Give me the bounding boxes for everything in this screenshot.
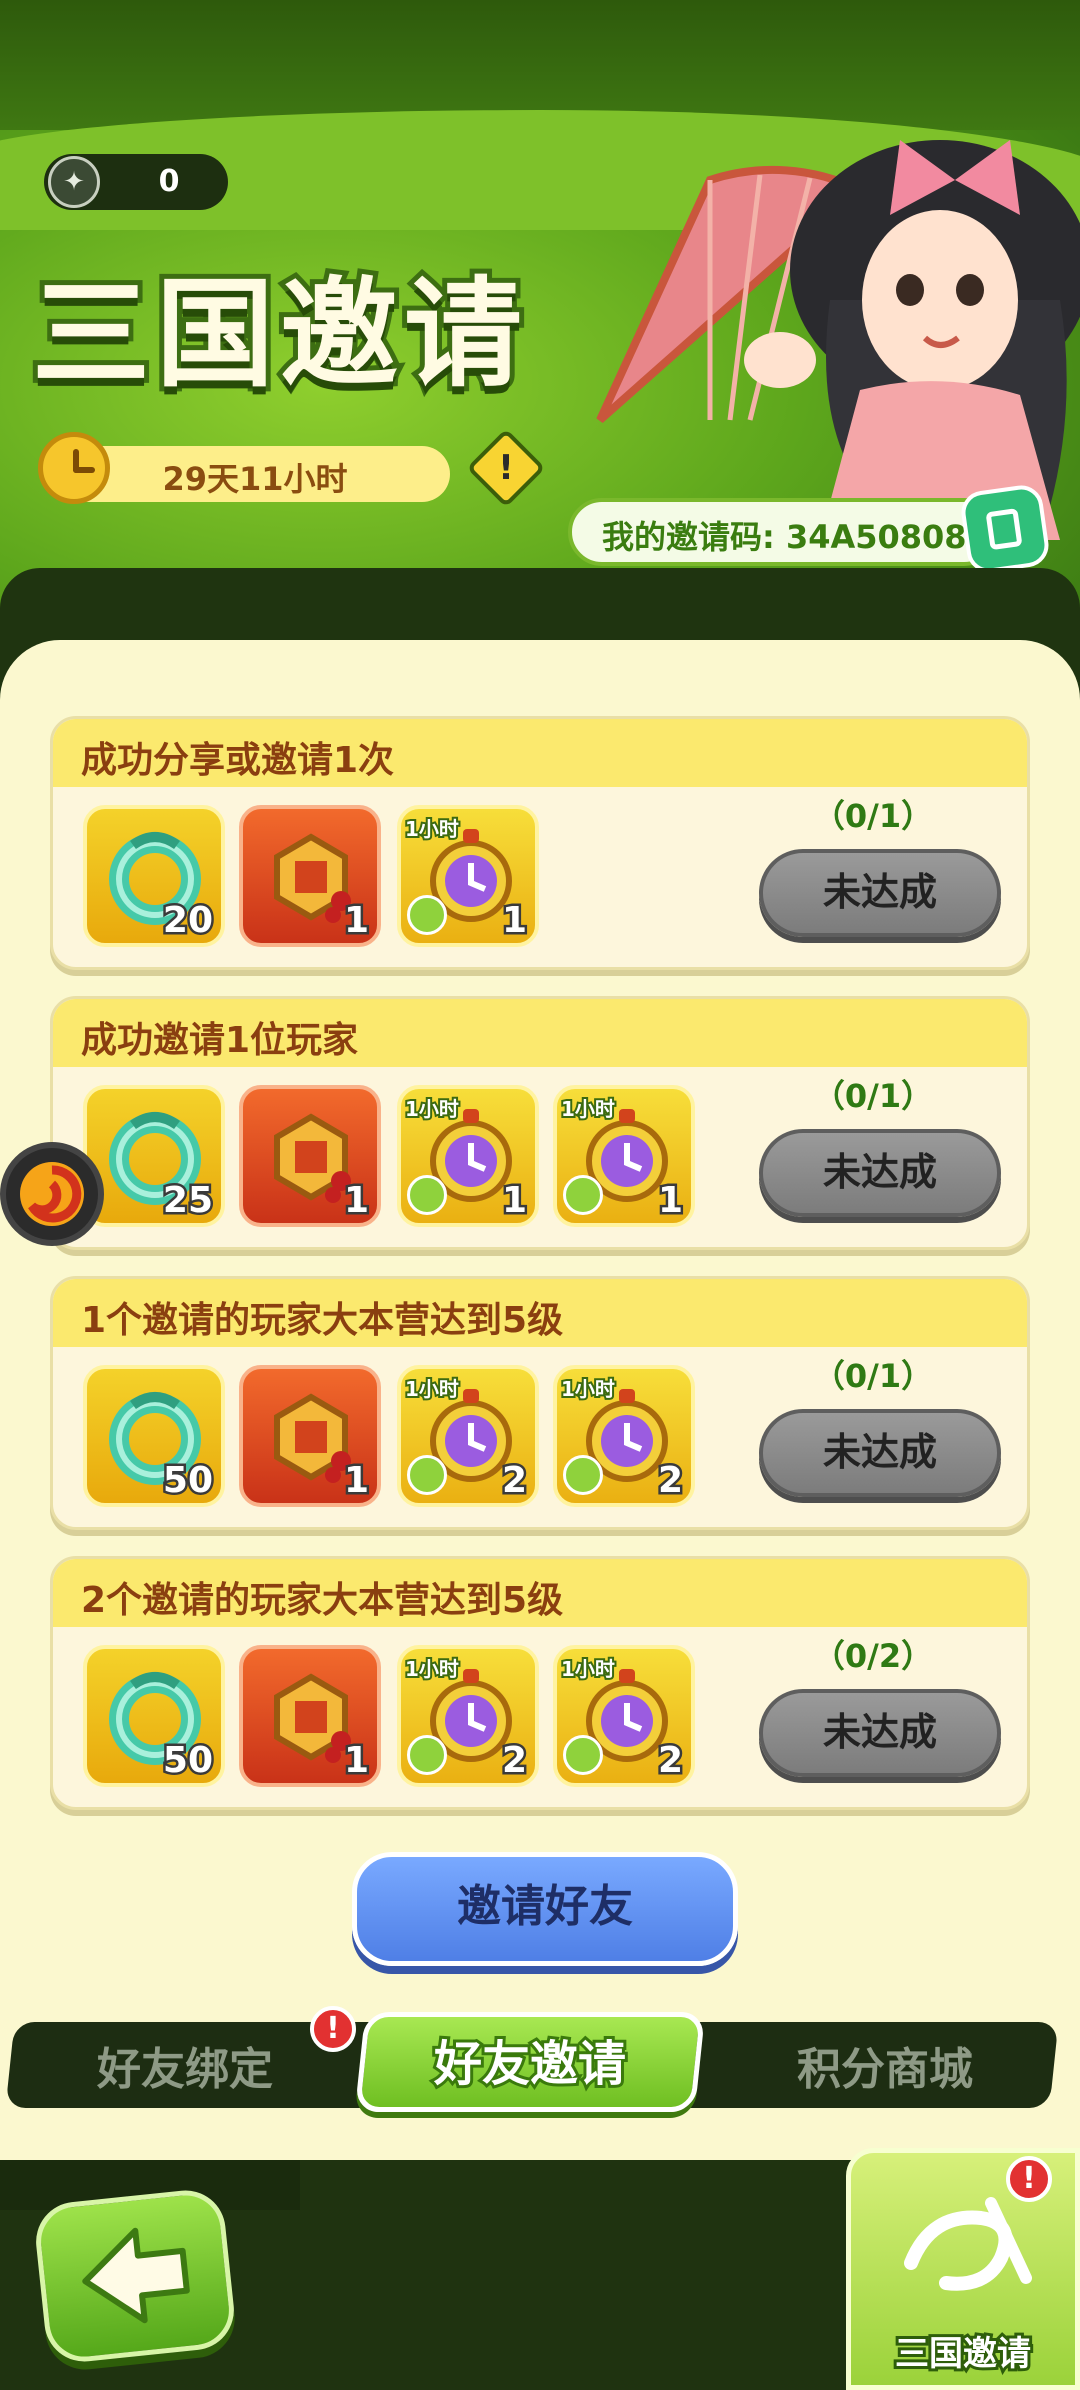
reward-quantity: 25 <box>160 1178 215 1224</box>
task-title: 成功邀请1位玩家 <box>81 1020 359 1061</box>
task-card: 1个邀请的玩家大本营达到5级 50 1 1小时 2 1小时 2 （0/1） 未达成 <box>50 1276 1030 1530</box>
task-title: 1个邀请的玩家大本营达到5级 <box>81 1300 564 1341</box>
coin-count: 0 <box>158 164 180 199</box>
invite-code-label: 我的邀请码: 34A50808 <box>602 518 967 556</box>
task-card-header: 成功分享或邀请1次 <box>53 719 1027 787</box>
reward-item-badge[interactable]: 1 <box>239 805 381 947</box>
tab-friend-bind[interactable]: 好友绑定 <box>20 2030 350 2110</box>
reward-item-clock[interactable]: 1小时 2 <box>397 1365 539 1507</box>
task-status-label: 未达成 <box>822 1710 937 1754</box>
task-card: 成功邀请1位玩家 25 1 1小时 1 1小时 1 （0/1） 未达成 <box>50 996 1030 1250</box>
reward-item-jade[interactable]: 20 <box>83 805 225 947</box>
reward-item-badge[interactable]: 1 <box>239 1085 381 1227</box>
task-status-label: 未达成 <box>822 1150 937 1194</box>
page-title: 三国邀请 <box>27 260 529 408</box>
reward-item-clock[interactable]: 1小时 1 <box>397 805 539 947</box>
task-card-header: 1个邀请的玩家大本营达到5级 <box>53 1279 1027 1347</box>
reward-duration-tag: 1小时 <box>403 815 461 843</box>
floating-assistant-button[interactable] <box>0 1142 104 1246</box>
side-tab-alert-badge: ! <box>1006 2156 1052 2202</box>
copy-code-icon[interactable] <box>958 482 1052 576</box>
tab-points-shop[interactable]: 积分商城 <box>720 2030 1050 2110</box>
task-card-header: 2个邀请的玩家大本营达到5级 <box>53 1559 1027 1627</box>
task-title: 2个邀请的玩家大本营达到5级 <box>81 1580 564 1621</box>
task-progress: （0/1） <box>812 1077 934 1115</box>
task-status-button[interactable]: 未达成 <box>759 1689 1001 1777</box>
reward-quantity: 1 <box>499 1178 529 1224</box>
tab-alert-badge: ! <box>310 2006 356 2052</box>
back-arrow-icon <box>82 2227 190 2324</box>
task-progress: （0/1） <box>812 1357 934 1395</box>
reward-item-clock[interactable]: 1小时 2 <box>397 1645 539 1787</box>
reward-quantity: 1 <box>341 1738 371 1784</box>
task-progress: （0/1） <box>812 797 934 835</box>
reward-duration-tag: 1小时 <box>559 1095 617 1123</box>
reward-quantity: 20 <box>160 898 215 944</box>
reward-item-clock[interactable]: 1小时 2 <box>553 1645 695 1787</box>
reward-item-jade[interactable]: 50 <box>83 1365 225 1507</box>
invite-coin-counter: ✦ 0 <box>44 154 228 210</box>
speedup-type-icon <box>563 1175 603 1215</box>
reward-quantity: 2 <box>499 1738 529 1784</box>
reward-item-badge[interactable]: 1 <box>239 1365 381 1507</box>
invite-friends-button[interactable]: 邀请好友 <box>352 1852 738 1966</box>
reward-quantity: 50 <box>160 1458 215 1504</box>
handshake-icon: ✦ <box>48 156 100 208</box>
task-card: 成功分享或邀请1次 20 1 1小时 1 （0/1） 未达成 <box>50 716 1030 970</box>
swirl-logo-icon <box>20 1162 84 1226</box>
task-status-button[interactable]: 未达成 <box>759 1129 1001 1217</box>
task-card: 2个邀请的玩家大本营达到5级 50 1 1小时 2 1小时 2 （0/2） 未达成 <box>50 1556 1030 1810</box>
reward-quantity: 1 <box>341 1178 371 1224</box>
speedup-type-icon <box>407 1175 447 1215</box>
reward-item-badge[interactable]: 1 <box>239 1645 381 1787</box>
task-title: 成功分享或邀请1次 <box>81 740 395 781</box>
reward-duration-tag: 1小时 <box>403 1375 461 1403</box>
reward-item-clock[interactable]: 1小时 1 <box>397 1085 539 1227</box>
side-tab-label: 三国邀请 <box>892 2331 1034 2377</box>
task-status-label: 未达成 <box>822 870 937 914</box>
speedup-type-icon <box>563 1455 603 1495</box>
event-timer: 29天11小时 <box>60 446 450 502</box>
reward-item-clock[interactable]: 1小时 2 <box>553 1365 695 1507</box>
tab-friend-invite-label: 好友邀请 <box>431 2033 629 2095</box>
reward-item-jade[interactable]: 25 <box>83 1085 225 1227</box>
reward-quantity: 50 <box>160 1738 215 1784</box>
speedup-type-icon <box>407 1735 447 1775</box>
reward-duration-tag: 1小时 <box>559 1655 617 1683</box>
task-status-button[interactable]: 未达成 <box>759 849 1001 937</box>
task-progress: （0/2） <box>812 1637 934 1675</box>
reward-quantity: 2 <box>655 1458 685 1504</box>
invite-code-box: 我的邀请码: 34A50808 <box>568 498 998 566</box>
reward-quantity: 2 <box>655 1738 685 1784</box>
timer-text: 29天11小时 <box>162 460 348 498</box>
reward-quantity: 1 <box>341 898 371 944</box>
task-status-button[interactable]: 未达成 <box>759 1409 1001 1497</box>
speedup-type-icon <box>563 1735 603 1775</box>
speedup-type-icon <box>407 895 447 935</box>
back-button[interactable] <box>32 2186 238 2366</box>
reward-quantity: 1 <box>655 1178 685 1224</box>
task-card-header: 成功邀请1位玩家 <box>53 999 1027 1067</box>
speedup-type-icon <box>407 1455 447 1495</box>
reward-quantity: 2 <box>499 1458 529 1504</box>
reward-duration-tag: 1小时 <box>403 1095 461 1123</box>
reward-quantity: 1 <box>341 1458 371 1504</box>
invite-friends-label: 邀请好友 <box>457 1881 633 1932</box>
reward-quantity: 1 <box>499 898 529 944</box>
reward-item-clock[interactable]: 1小时 1 <box>553 1085 695 1227</box>
clock-icon <box>38 432 110 504</box>
reward-item-jade[interactable]: 50 <box>83 1645 225 1787</box>
task-status-label: 未达成 <box>822 1430 937 1474</box>
reward-duration-tag: 1小时 <box>403 1655 461 1683</box>
reward-duration-tag: 1小时 <box>559 1375 617 1403</box>
